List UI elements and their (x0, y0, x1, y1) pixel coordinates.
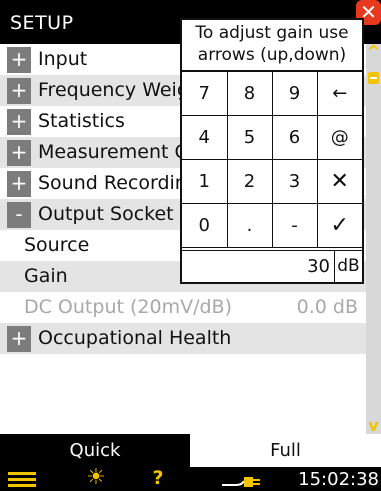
key-decimal[interactable]: . (226, 203, 273, 248)
key-9[interactable]: 9 (271, 71, 318, 116)
scroll-thumb[interactable] (368, 72, 379, 84)
setup-row-label: Output Socket S (38, 203, 192, 225)
keypad-hint-line1: To adjust gain use (195, 23, 349, 43)
key-4[interactable]: 4 (182, 115, 228, 160)
setup-row-dc-output: DC Output (20mV/dB) 0.0 dB (0, 292, 366, 323)
status-bar: ☀ ? 15:02:38 (0, 467, 381, 491)
expand-icon[interactable]: + (7, 47, 31, 73)
gain-value-field[interactable]: 30 dB (182, 250, 362, 282)
backlight-sun-icon[interactable]: ☀ (84, 467, 108, 491)
key-minus[interactable]: - (271, 203, 318, 248)
key-2[interactable]: 2 (226, 159, 273, 204)
expand-icon[interactable]: + (7, 171, 31, 197)
tab-full[interactable]: Full (190, 434, 381, 467)
expand-icon[interactable]: + (7, 140, 31, 166)
key-6[interactable]: 6 (271, 115, 318, 160)
setup-row-label: Gain (24, 265, 68, 287)
expand-icon[interactable]: + (7, 78, 31, 104)
setup-row-label: Measurement C (38, 141, 188, 163)
keypad-grid: 7 8 9 ← 4 5 6 @ 1 2 3 ✕ 0 . - ✓ (182, 70, 362, 248)
tab-quick[interactable]: Quick (0, 434, 190, 467)
collapse-icon[interactable]: - (7, 202, 31, 228)
gain-keypad-popup: To adjust gain use arrows (up,down) 7 8 … (180, 18, 364, 284)
setup-row-label: Sound Recordin (38, 172, 187, 194)
setup-row-occupational-health[interactable]: + Occupational Health (0, 323, 366, 354)
setup-row-label: DC Output (20mV/dB) (24, 296, 232, 318)
key-1[interactable]: 1 (182, 159, 228, 204)
expand-icon[interactable]: + (7, 109, 31, 135)
expand-icon[interactable]: + (7, 326, 31, 352)
keypad-hint: To adjust gain use arrows (up,down) (182, 22, 362, 66)
cancel-icon[interactable]: ✕ (316, 159, 362, 204)
key-7[interactable]: 7 (182, 71, 228, 116)
gain-unit: dB (334, 251, 362, 282)
scroll-down-icon[interactable]: v (366, 418, 381, 434)
scrollbar[interactable]: ^ v (366, 44, 381, 434)
page-title: SETUP (10, 12, 74, 34)
at-key[interactable]: @ (316, 115, 362, 160)
setup-row-label: Occupational Health (38, 327, 232, 349)
confirm-check-icon[interactable]: ✓ (316, 203, 362, 248)
setup-row-label: Input (38, 48, 88, 70)
key-5[interactable]: 5 (226, 115, 273, 160)
setup-row-value: 0.0 dB (296, 296, 358, 318)
setup-row-label: Frequency Weig (38, 79, 189, 101)
scroll-up-icon[interactable]: ^ (366, 44, 381, 60)
help-icon[interactable]: ? (148, 467, 168, 491)
power-plug-icon[interactable] (222, 473, 262, 487)
key-8[interactable]: 8 (226, 71, 273, 116)
backspace-icon[interactable]: ← (316, 71, 362, 116)
tab-bar: Quick Full (0, 434, 381, 467)
key-3[interactable]: 3 (271, 159, 318, 204)
setup-row-label: Source (24, 234, 90, 256)
key-0[interactable]: 0 (182, 203, 228, 248)
menu-icon[interactable] (8, 472, 36, 488)
clock-time: 15:02:38 (298, 469, 379, 490)
setup-row-label: Statistics (38, 110, 125, 132)
gain-value: 30 (307, 256, 330, 277)
keypad-hint-line2: arrows (up,down) (197, 45, 347, 65)
